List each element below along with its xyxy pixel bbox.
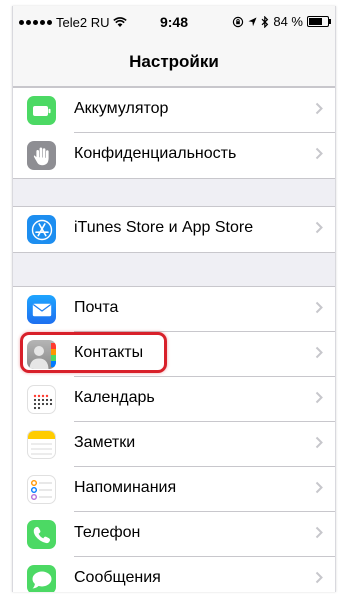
- chevron-right-icon: [315, 147, 323, 160]
- settings-row-label: Телефон: [74, 524, 141, 541]
- chevron-right-icon: [315, 391, 323, 404]
- chevron-right-icon: [315, 301, 323, 314]
- chevron-right-icon: [315, 481, 323, 494]
- settings-group-1: Аккумулятор Конфиденциальность: [13, 87, 335, 179]
- settings-row-privacy[interactable]: Конфиденциальность: [13, 133, 335, 178]
- chevron-right-icon: [315, 221, 323, 234]
- battery-icon: [307, 16, 331, 27]
- calendar-icon: [27, 385, 56, 414]
- battery-icon: [27, 96, 56, 125]
- settings-row-label: iTunes Store и App Store: [74, 219, 254, 236]
- navigation-bar: Настройки: [13, 38, 335, 87]
- chevron-right-icon: [315, 526, 323, 539]
- chevron-right-icon: [315, 102, 323, 115]
- status-bar-right: 84 %: [232, 14, 331, 29]
- reminders-icon: [27, 475, 56, 504]
- bluetooth-icon: [261, 15, 269, 28]
- app-store-icon: [27, 215, 56, 244]
- settings-row-label: Напоминания: [74, 479, 177, 496]
- settings-row-phone[interactable]: Телефон: [13, 512, 335, 557]
- settings-row-messages[interactable]: Сообщения: [13, 557, 335, 592]
- page-title: Настройки: [129, 52, 219, 71]
- settings-row-battery[interactable]: Аккумулятор: [13, 88, 335, 133]
- settings-group-2: iTunes Store и App Store: [13, 206, 335, 253]
- settings-row-label: Заметки: [74, 434, 136, 451]
- messages-icon: [27, 565, 56, 592]
- settings-row-label: Конфиденциальность: [74, 145, 237, 162]
- highlight-frame: [20, 332, 167, 373]
- settings-row-itunes-app-store[interactable]: iTunes Store и App Store: [13, 207, 335, 252]
- battery-percent: 84 %: [273, 14, 303, 29]
- phone-icon: [27, 520, 56, 549]
- hand-icon: [27, 141, 56, 170]
- status-bar: Tele2 RU 9:48 84 %: [13, 6, 335, 38]
- location-icon: [248, 17, 257, 26]
- settings-row-label: Аккумулятор: [74, 100, 169, 117]
- chevron-right-icon: [315, 346, 323, 359]
- settings-row-label: Календарь: [74, 389, 155, 406]
- settings-row-label: Сообщения: [74, 569, 161, 586]
- chevron-right-icon: [315, 571, 323, 584]
- settings-row-label: Почта: [74, 299, 119, 316]
- settings-row-notes[interactable]: Заметки: [13, 422, 335, 467]
- notes-icon: [27, 430, 56, 459]
- lock-rotation-icon: [233, 16, 244, 27]
- settings-row-reminders[interactable]: Напоминания: [13, 467, 335, 512]
- phone-screen: Tele2 RU 9:48 84 % Настройки Аккумулятор…: [12, 6, 336, 592]
- settings-row-calendar[interactable]: Календарь: [13, 377, 335, 422]
- settings-row-mail[interactable]: Почта: [13, 287, 335, 332]
- chevron-right-icon: [315, 436, 323, 449]
- mail-icon: [27, 295, 56, 324]
